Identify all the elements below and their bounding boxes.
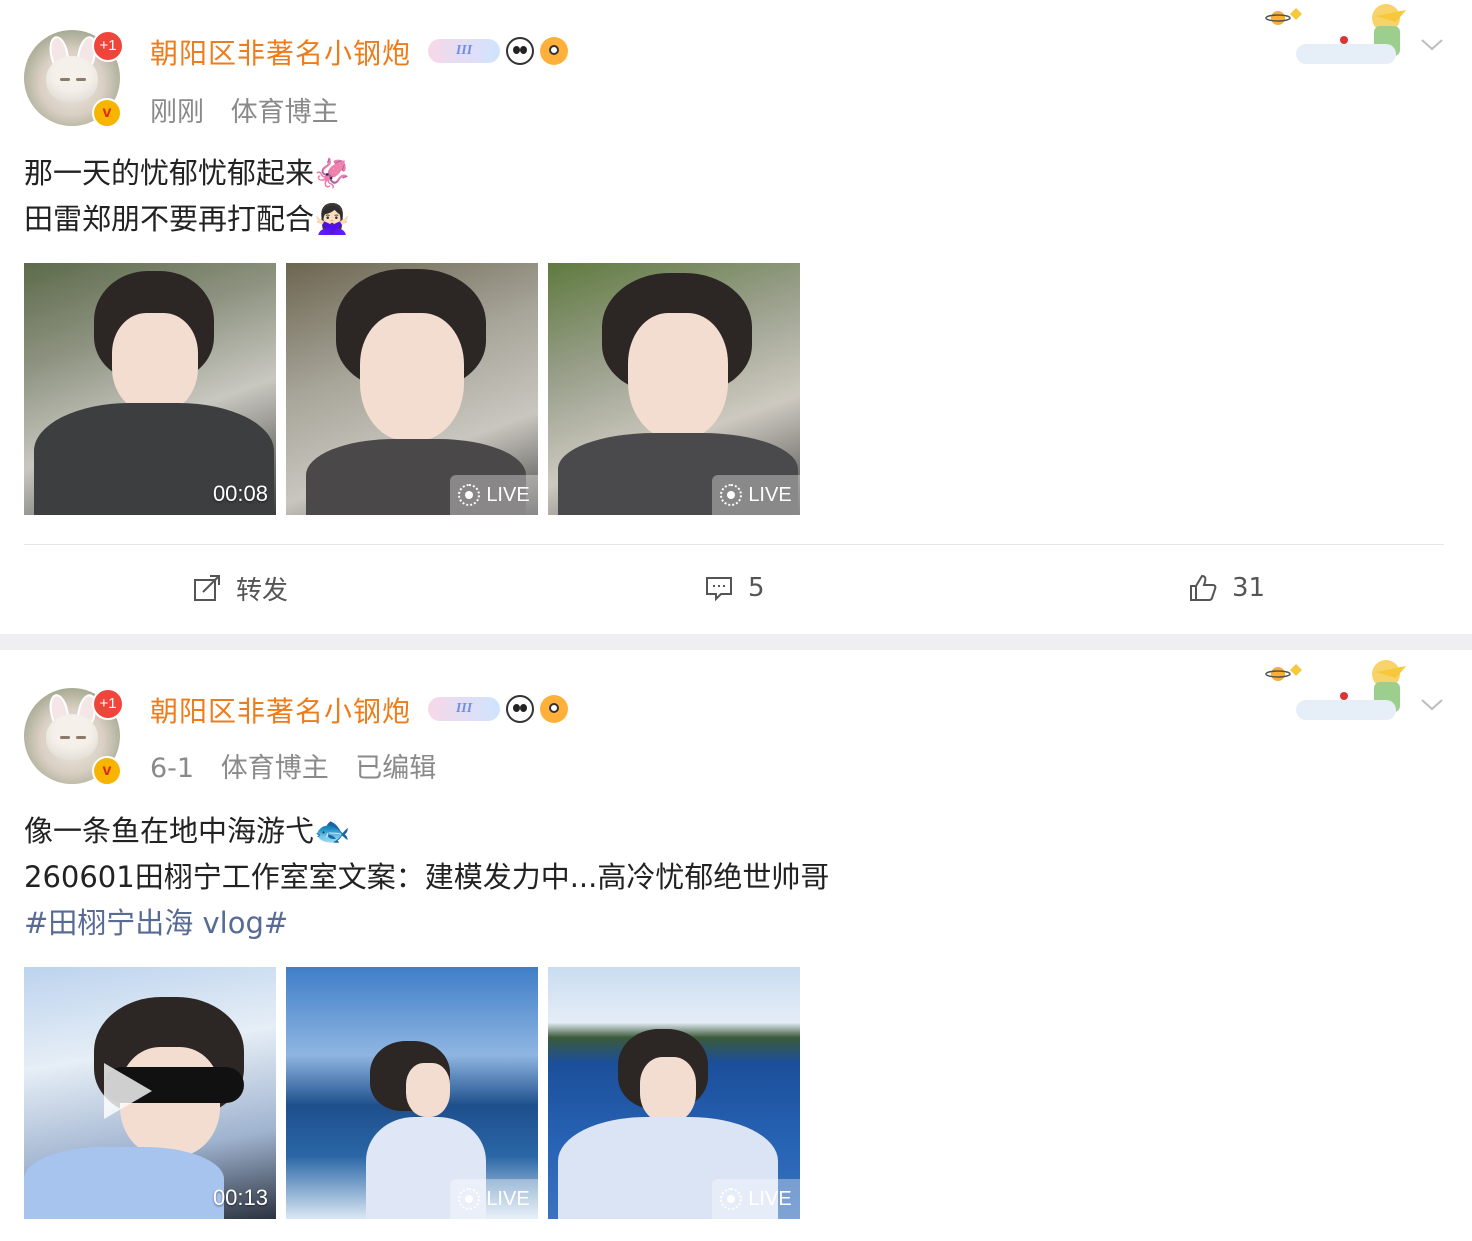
vip-level-badge: III bbox=[428, 39, 500, 63]
comment-count: 5 bbox=[748, 573, 765, 603]
post-meta: 刚刚 体育博主 bbox=[150, 90, 357, 129]
panda-icon bbox=[506, 37, 534, 65]
avatar-plus-badge: +1 bbox=[92, 688, 124, 720]
feed-post-2: +1 v 朝阳区非著名小钢炮 III 6-1 体育博主 已编辑 像一条鱼在地中海… bbox=[0, 650, 1472, 1241]
more-chevron-icon[interactable] bbox=[1418, 30, 1446, 58]
live-photo-icon bbox=[720, 1188, 743, 1210]
action-divider bbox=[24, 544, 1444, 545]
panda-icon bbox=[506, 695, 534, 723]
fish-badge-icon bbox=[540, 37, 568, 65]
video-duration: 00:08 bbox=[212, 481, 268, 506]
post-text: 像一条鱼在地中海游弋🐟 260601田栩宁工作室室文案：建模发力中...高冷忧郁… bbox=[24, 808, 829, 946]
like-icon bbox=[1190, 574, 1217, 601]
post-text-line: 田雷郑朋不要再打配合🙅🏻‍♀️ bbox=[24, 202, 351, 236]
repost-label: 转发 bbox=[236, 575, 289, 606]
media-thumbnail-live[interactable]: LIVE bbox=[286, 263, 538, 515]
live-photo-badge: LIVE bbox=[450, 475, 538, 515]
more-chevron-icon[interactable] bbox=[1418, 690, 1446, 718]
media-thumbnail-video[interactable]: 00:13 bbox=[24, 967, 276, 1219]
live-photo-badge: LIVE bbox=[450, 1179, 538, 1219]
card-decoration-icon bbox=[1265, 660, 1406, 720]
post-text-line: 那一天的忧郁忧郁起来🦑 bbox=[24, 156, 351, 190]
username[interactable]: 朝阳区非著名小钢炮 bbox=[150, 32, 411, 72]
post-time: 刚刚 bbox=[150, 97, 204, 128]
comment-icon bbox=[706, 577, 732, 602]
avatar-plus-badge: +1 bbox=[92, 30, 124, 62]
live-label: LIVE bbox=[486, 483, 530, 506]
avatar[interactable]: +1 v bbox=[24, 30, 124, 128]
feed-post-1: +1 v 朝阳区非著名小钢炮 III 刚刚 体育博主 那一天的忧郁忧郁起来🦑 田… bbox=[0, 0, 1472, 634]
media-thumbnail-live[interactable]: LIVE bbox=[548, 967, 800, 1219]
live-photo-icon bbox=[458, 484, 481, 506]
avatar[interactable]: +1 v bbox=[24, 688, 124, 786]
post-meta: 6-1 体育博主 已编辑 bbox=[150, 746, 454, 785]
user-badges: III bbox=[428, 36, 568, 66]
repost-button[interactable]: 转发 bbox=[192, 566, 288, 610]
edited-label: 已编辑 bbox=[355, 753, 437, 784]
media-thumbnail-live[interactable]: LIVE bbox=[286, 967, 538, 1219]
user-badges: III bbox=[428, 694, 568, 724]
fish-badge-icon bbox=[540, 695, 568, 723]
video-duration: 00:13 bbox=[212, 1185, 268, 1210]
repost-icon bbox=[194, 575, 220, 601]
play-icon[interactable] bbox=[104, 1063, 152, 1119]
author-role: 体育博主 bbox=[230, 97, 339, 128]
feed-separator bbox=[0, 634, 1472, 650]
live-photo-icon bbox=[720, 484, 743, 506]
live-label: LIVE bbox=[748, 1187, 792, 1210]
media-thumbnail-live[interactable]: LIVE bbox=[548, 263, 800, 515]
username[interactable]: 朝阳区非著名小钢炮 bbox=[150, 690, 411, 730]
live-photo-badge: LIVE bbox=[712, 475, 800, 515]
live-label: LIVE bbox=[486, 1187, 530, 1210]
media-thumbnail-video[interactable]: 00:08 bbox=[24, 263, 276, 515]
like-count: 31 bbox=[1232, 573, 1266, 603]
post-text: 那一天的忧郁忧郁起来🦑 田雷郑朋不要再打配合🙅🏻‍♀️ bbox=[24, 150, 350, 242]
comment-button[interactable]: 5 bbox=[704, 566, 765, 610]
author-role: 体育博主 bbox=[220, 753, 329, 784]
live-photo-icon bbox=[458, 1188, 481, 1210]
post-time: 6-1 bbox=[150, 753, 195, 784]
live-label: LIVE bbox=[748, 483, 792, 506]
live-photo-badge: LIVE bbox=[712, 1179, 800, 1219]
hashtag-link[interactable]: #田栩宁出海 vlog# bbox=[24, 900, 829, 946]
post-text-line: 像一条鱼在地中海游弋🐟 bbox=[24, 814, 351, 848]
verified-badge-icon: v bbox=[92, 756, 122, 786]
post-text-line: 260601田栩宁工作室室文案：建模发力中...高冷忧郁绝世帅哥 bbox=[24, 860, 830, 894]
card-decoration-icon bbox=[1265, 4, 1406, 64]
vip-level-badge: III bbox=[428, 697, 500, 721]
verified-badge-icon: v bbox=[92, 98, 122, 128]
like-button[interactable]: 31 bbox=[1188, 566, 1265, 610]
